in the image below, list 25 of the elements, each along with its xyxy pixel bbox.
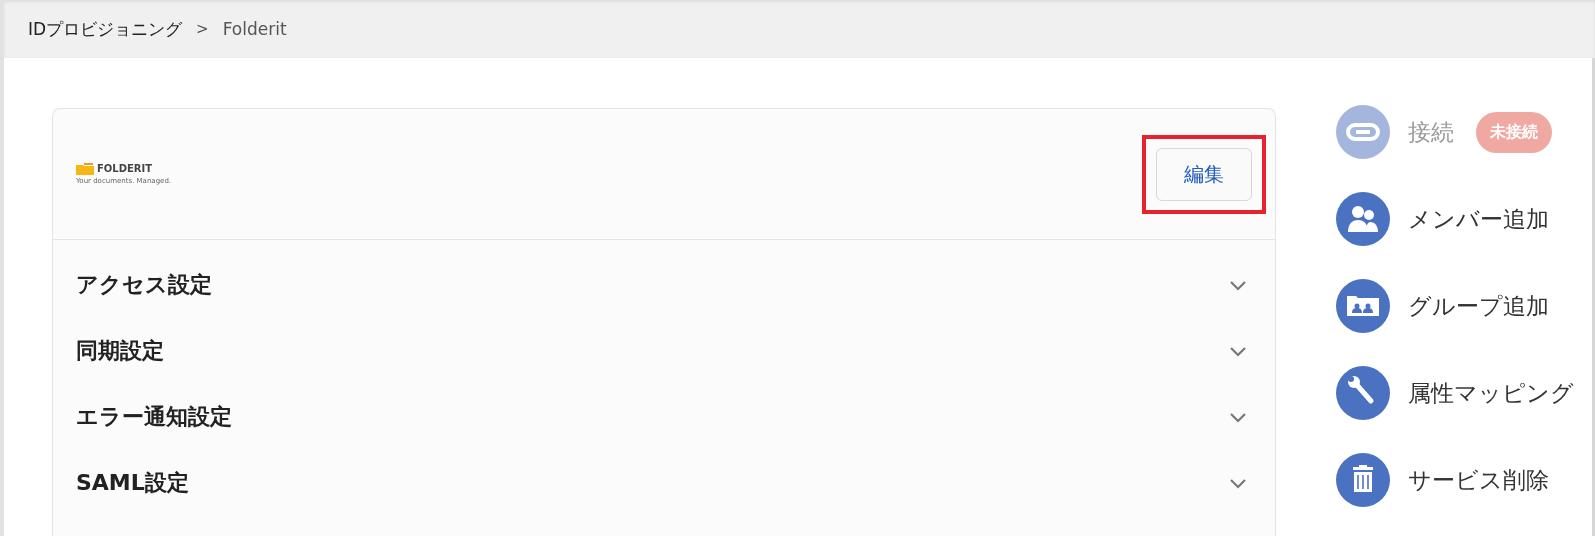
breadcrumb-separator: > xyxy=(195,20,210,38)
wrench-icon xyxy=(1336,366,1390,420)
action-link[interactable]: サービス削除 xyxy=(1408,464,1549,496)
logo-name: FOLDERIT xyxy=(97,163,154,175)
action-link[interactable]: 属性マッピング xyxy=(1408,377,1574,409)
accordion-header[interactable]: SAML設定 xyxy=(53,450,1275,516)
group-icon xyxy=(1336,279,1390,333)
folder-icon xyxy=(76,163,94,175)
section-title: アクセス設定 xyxy=(76,271,212,299)
breadcrumb-current: Folderit xyxy=(222,19,287,39)
breadcrumb-link[interactable]: IDプロビジョニング xyxy=(28,17,183,41)
action-link[interactable]: グループ追加 xyxy=(1408,290,1549,322)
trash-icon xyxy=(1336,453,1390,507)
status-badge: 未接続 xyxy=(1476,111,1552,153)
edit-button[interactable]: 編集 xyxy=(1156,147,1252,201)
section-title: SAML設定 xyxy=(76,469,189,497)
section-title: 同期設定 xyxy=(76,337,164,365)
accordion-header[interactable]: エラー通知設定 xyxy=(53,384,1275,450)
accordion-header[interactable]: 同期設定 xyxy=(53,318,1275,384)
action-link[interactable]: メンバー追加 xyxy=(1408,203,1549,235)
action-link: 接続 xyxy=(1408,117,1454,147)
link-icon xyxy=(1336,105,1390,159)
accordion-header[interactable]: アクセス設定 xyxy=(53,252,1275,318)
members-icon xyxy=(1336,192,1390,246)
section-title: エラー通知設定 xyxy=(76,403,232,431)
